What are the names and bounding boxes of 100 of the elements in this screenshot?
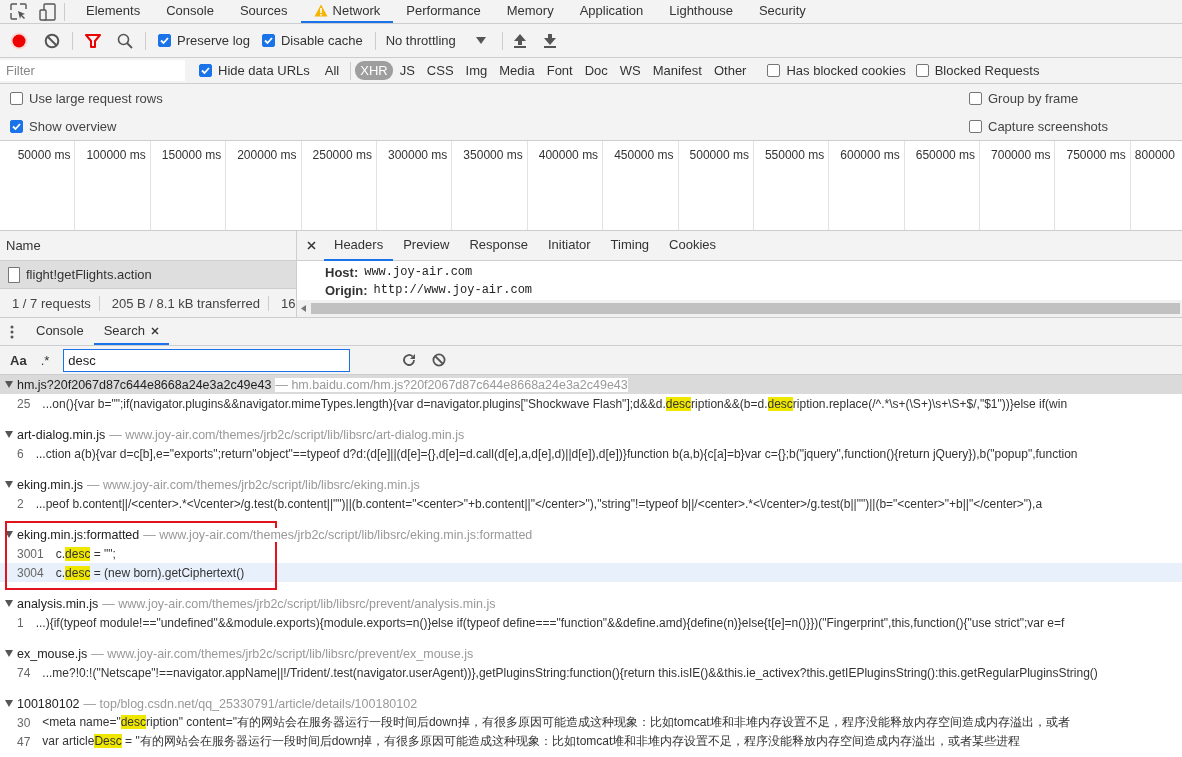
type-filter[interactable]: Font [541, 61, 578, 80]
drawer-tab[interactable]: Console [26, 318, 94, 345]
panel-tab[interactable]: Network [300, 0, 394, 23]
checkbox[interactable] [10, 119, 23, 133]
download-icon[interactable] [542, 33, 557, 48]
result-file-header[interactable]: hm.js?20f2067d87c644e8668a24e3a2c49e43 — hm.baidu.com/hm.js?20f2067d87c644e8668a24e3a2c49e43 [0, 375, 1182, 394]
search-icon[interactable] [117, 32, 133, 49]
result-file-header[interactable]: analysis.min.js — www.joy-air.com/themes/jrb2c/script/lib/libsrc/prevent/analysis.min.js [0, 594, 1182, 613]
checkbox-label: Hide data URLs [218, 63, 310, 78]
expand-arrow-icon[interactable] [5, 650, 13, 657]
type-filter[interactable]: JS [394, 61, 420, 80]
detail-tab[interactable]: Response [459, 230, 538, 261]
type-filter[interactable]: Img [460, 61, 493, 80]
file-url: — www.joy-air.com/themes/jrb2c/script/lib/libsrc/art-dialog.min.js [109, 427, 465, 442]
checkbox-label: Show overview [29, 118, 117, 134]
result-line[interactable]: 2 ...peof b.content||/<center>.*<\/center>/g.test(b.content||"")||(b.content="<center>"+b.content||"</center>"),"string"!=typeof b||/<center>.*<\/center>/g.test(b||"")||(b="<center>"+b||"</center>"),a [0, 494, 1182, 513]
regex-toggle[interactable]: .* [40, 352, 50, 368]
file-name: analysis.min.js [17, 596, 99, 611]
checkbox-label: Group by frame [988, 90, 1079, 106]
panel-tab[interactable]: Security [745, 0, 819, 23]
throttling-dropdown[interactable]: No throttling [379, 31, 492, 50]
checkbox[interactable] [969, 119, 982, 133]
expand-arrow-icon[interactable] [5, 481, 13, 488]
expand-arrow-icon[interactable] [5, 431, 13, 438]
type-filter[interactable]: Other [708, 61, 752, 80]
search-field[interactable]: desc [63, 348, 351, 372]
panel-tab[interactable]: Memory [493, 0, 567, 23]
expand-arrow-icon[interactable] [5, 700, 13, 707]
type-filter[interactable]: Doc [579, 61, 613, 80]
drawer-tab[interactable]: Search [93, 318, 169, 345]
record-button[interactable] [10, 31, 28, 50]
result-line[interactable]: 74 ...me?!0:!("Netscape"!==navigator.appName||!/Trident/.test(navigator.userAgent))},getPluginsString:function(){return this.isIE()&&this.ie_activex?this.getIEPluginsString():this.getRegularPluginsString() [0, 663, 1182, 682]
detail-tab[interactable]: Timing [600, 230, 660, 261]
panel-tab[interactable]: Elements [73, 0, 154, 23]
result-file-header[interactable]: eking.min.js — www.joy-air.com/themes/jrb2c/script/lib/libsrc/eking.min.js [0, 475, 1182, 494]
more-icon[interactable] [10, 324, 14, 339]
clear-icon[interactable] [432, 353, 447, 367]
file-url: — top/blog.csdn.net/qq_25330791/article/details/100180102 [83, 696, 418, 711]
result-file-header[interactable]: 100180102 — top/blog.csdn.net/qq_25330791/article/details/100180102 [0, 694, 1182, 713]
expand-arrow-icon[interactable] [5, 381, 13, 388]
filter-field[interactable]: Filter [0, 60, 185, 81]
match-case-toggle[interactable]: Aa [10, 352, 27, 368]
filter-icon[interactable] [85, 33, 101, 48]
panel-tab[interactable]: Application [566, 0, 657, 23]
header-value: www.joy-air.com [364, 265, 473, 279]
result-line[interactable]: 47 var articleDesc = "有的网站会在服务器运行一段时间后down掉，有很多原因可能造成这种现象：比如tomcat堆和非堆内存设置不足，程序没能释放内存空间造成内存溢出，或者某些进程 [0, 732, 1182, 751]
checkbox-label: Capture screenshots [988, 118, 1108, 134]
checkbox[interactable] [10, 91, 23, 105]
checkbox-label: Blocked Requests [934, 63, 1040, 78]
checkbox-label: Has blocked cookies [786, 63, 906, 78]
detail-tab[interactable]: Initiator [537, 230, 601, 261]
checkbox-label: Use large request rows [29, 90, 163, 106]
file-url: — www.joy-air.com/themes/jrb2c/script/lib/libsrc/eking.min.js [87, 477, 420, 492]
type-filter[interactable]: Manifest [647, 61, 707, 80]
type-filter[interactable]: Media [494, 61, 540, 80]
type-filter[interactable]: CSS [421, 61, 459, 80]
expand-arrow-icon[interactable] [5, 600, 13, 607]
time-tick-label: 650000 ms [915, 148, 976, 162]
checkbox[interactable] [969, 91, 982, 105]
clear-icon[interactable] [44, 32, 60, 49]
result-file-header[interactable]: eking.min.js:formatted — www.joy-air.com/themes/jrb2c/script/lib/libsrc/eking.min.js:formatted [0, 525, 1182, 544]
file-url: — www.joy-air.com/themes/jrb2c/script/lib/libsrc/eking.min.js:formatted [143, 527, 533, 542]
refresh-icon[interactable] [402, 353, 417, 367]
upload-icon[interactable] [512, 33, 527, 48]
result-file-header[interactable]: art-dialog.min.js — www.joy-air.com/themes/jrb2c/script/lib/libsrc/art-dialog.min.js [0, 425, 1182, 444]
expand-arrow-icon[interactable] [5, 531, 13, 538]
checkbox[interactable] [158, 34, 171, 47]
time-tick-label: 400000 ms [538, 148, 599, 162]
time-tick-label: 450000 ms [614, 148, 674, 162]
inspect-icon[interactable] [10, 3, 27, 20]
time-tick-label: 200000 ms [237, 148, 297, 162]
panel-tab[interactable]: Console [153, 0, 227, 23]
time-tick-label: 350000 ms [463, 148, 523, 162]
close-icon[interactable] [307, 241, 316, 250]
panel-tab[interactable]: Lighthouse [656, 0, 746, 23]
result-line[interactable]: 6 ...ction a(b){var d=c[b],e="exports";return"object"==typeof d?d:(d[e]||(d[e]={},d[e]=d.call(d[e],a,d[e],d)||d[e]),d[e])}function b(a,b){c[a]=b}var c={};b("jquery",function(){return jQuery}),b("popup",function [0, 444, 1182, 463]
panel-tab[interactable]: Performance [393, 0, 494, 23]
panel-tab[interactable]: Sources [226, 0, 301, 23]
checkbox[interactable] [262, 34, 275, 47]
checkbox[interactable] [199, 64, 212, 77]
detail-tab[interactable]: Preview [393, 230, 460, 261]
close-icon[interactable] [150, 326, 159, 335]
device-icon[interactable] [39, 2, 56, 21]
file-icon [8, 266, 20, 283]
checkbox-label: Preserve log [177, 33, 250, 48]
result-line[interactable]: 1 ...){if(typeof module!=="undefined"&&module.exports){module.exports=n()}else if(typeof define==="function"&&define.amd){define(n)}else{t[e]=n()}})("Fingerprint",this,function(){"use strict";var e=f [0, 613, 1182, 632]
type-filter[interactable]: All [319, 61, 345, 80]
type-filter[interactable]: WS [614, 61, 646, 80]
file-url: — www.joy-air.com/themes/jrb2c/script/lib/libsrc/prevent/analysis.min.js [102, 596, 496, 611]
detail-tab[interactable]: Cookies [659, 230, 727, 261]
summary-text: 16 [279, 295, 296, 311]
header-name: Origin: [325, 282, 368, 298]
result-file-header[interactable]: ex_mouse.js — www.joy-air.com/themes/jrb2c/script/lib/libsrc/prevent/ex_mouse.js [0, 644, 1182, 663]
checkbox-label: Disable cache [281, 33, 363, 48]
time-tick-label: 100000 ms [86, 148, 146, 162]
caret-icon [475, 37, 486, 44]
checkbox[interactable] [767, 64, 781, 77]
request-row[interactable]: flight!getFlights.action [0, 261, 296, 288]
checkbox[interactable] [915, 64, 929, 77]
file-name: ex_mouse.js [17, 646, 88, 661]
